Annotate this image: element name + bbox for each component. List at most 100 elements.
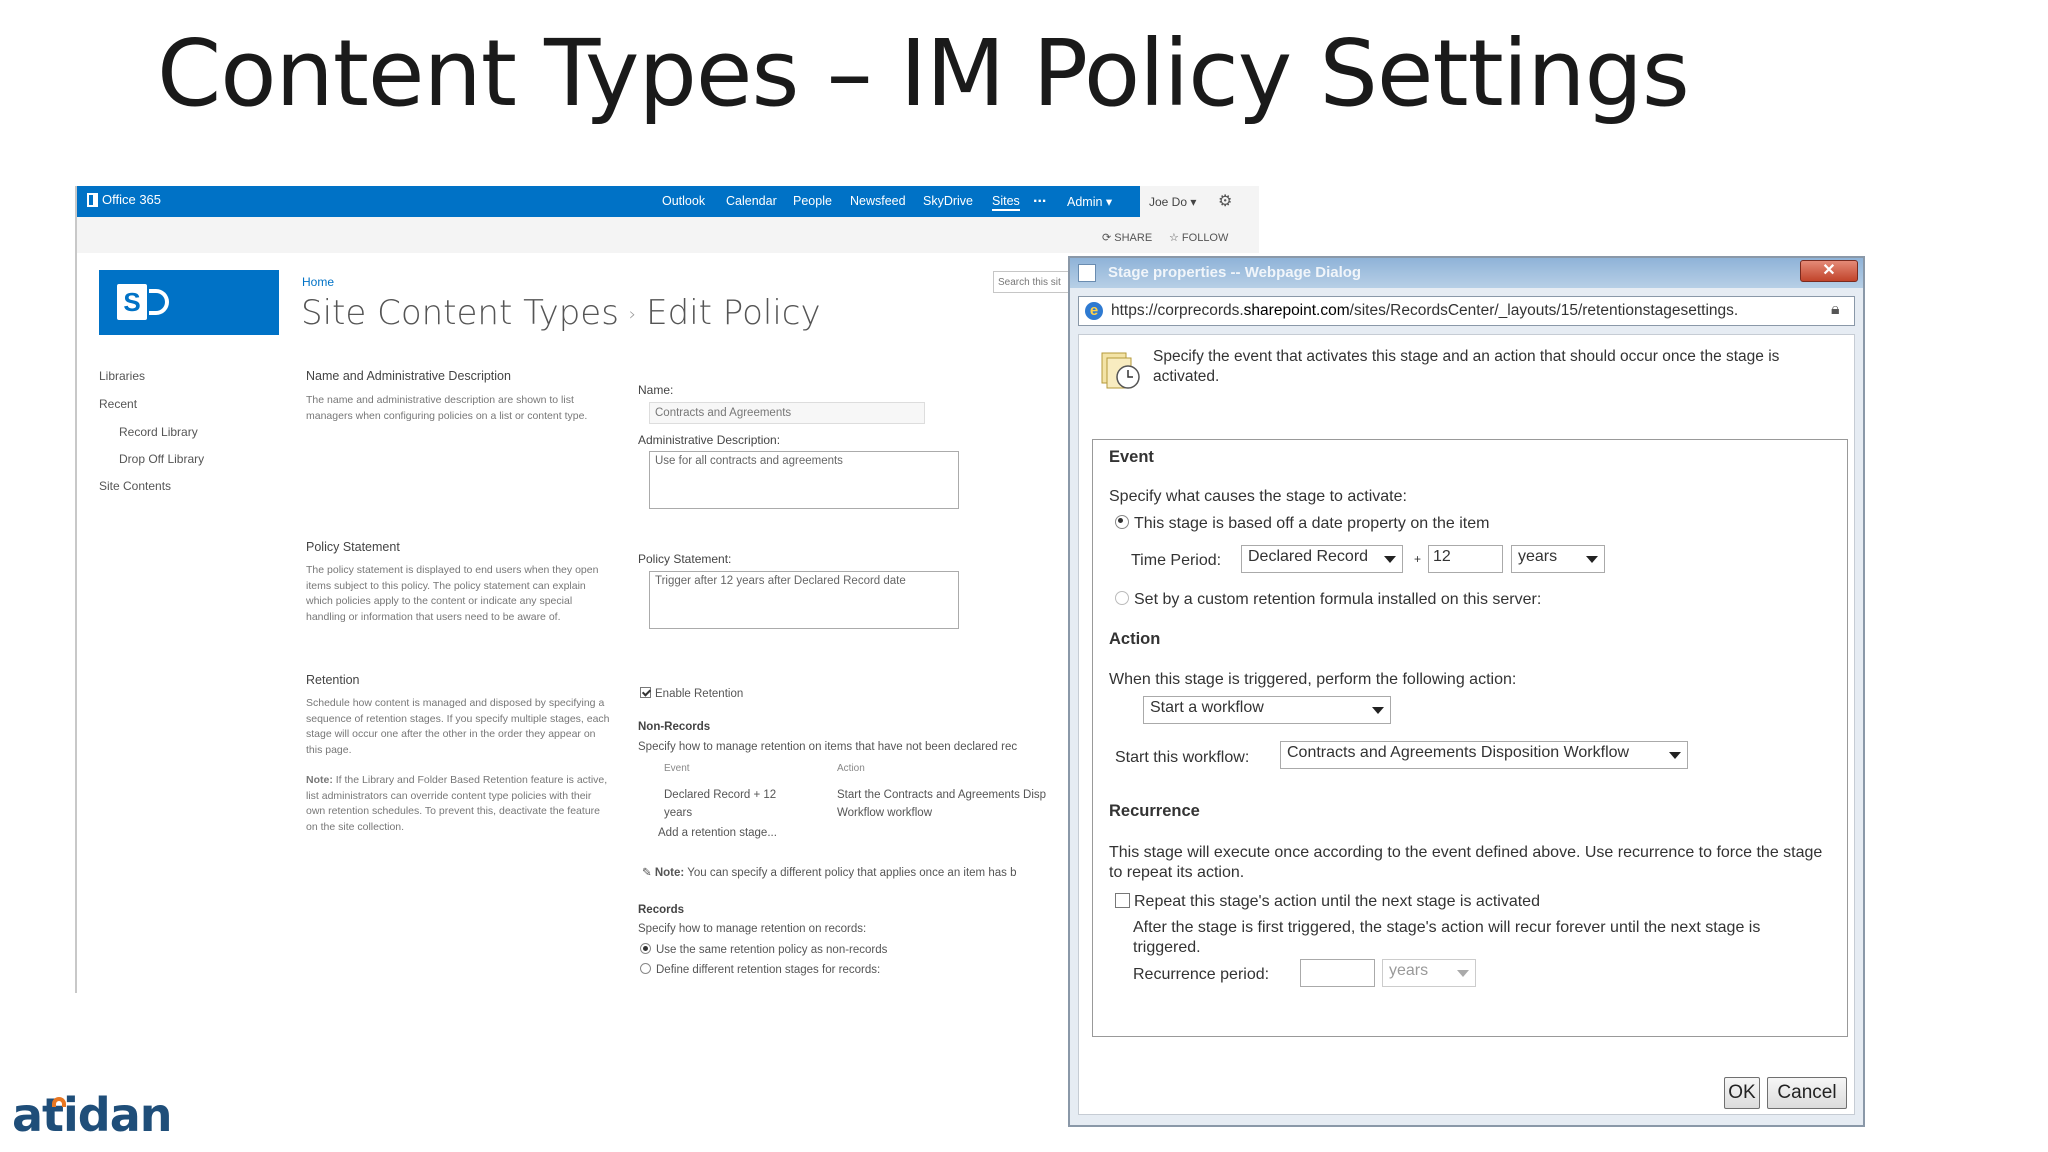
name-section-heading: Name and Administrative Description	[306, 369, 511, 383]
recurrence-heading: Recurrence	[1109, 802, 1200, 820]
nav-drop-off-library[interactable]: Drop Off Library	[119, 452, 204, 466]
nav-calendar[interactable]: Calendar	[726, 194, 777, 208]
nav-site-contents[interactable]: Site Contents	[99, 479, 171, 493]
dialog-intro: Specify the event that activates this st…	[1153, 348, 1780, 385]
time-period-label: Time Period:	[1131, 552, 1222, 569]
recurrence-unit-value: years	[1389, 962, 1429, 979]
star-icon: ☆	[1169, 232, 1182, 244]
admin-desc-label: Administrative Description:	[638, 433, 781, 447]
enable-retention[interactable]: Enable Retention	[640, 687, 743, 700]
suite-subbar	[77, 217, 1259, 253]
nav-admin[interactable]: Admin ▾	[1067, 194, 1112, 209]
repeat-desc: After the stage is first triggered, the …	[1133, 919, 1761, 956]
title-content-types[interactable]: Site Content Types	[301, 293, 619, 333]
dialog-title: Stage properties -- Webpage Dialog	[1108, 264, 1362, 281]
custom-formula-option[interactable]: Set by a custom retention formula instal…	[1115, 591, 1541, 609]
action-select[interactable]: Start a workflow	[1143, 696, 1391, 724]
user-menu[interactable]: Joe Do ▾	[1149, 195, 1196, 209]
sharepoint-logo[interactable]: S	[99, 270, 279, 335]
records-different-radio[interactable]	[640, 963, 651, 974]
policy-statement-label: Policy Statement:	[638, 552, 732, 566]
event-desc: Specify what causes the stage to activat…	[1109, 488, 1407, 505]
follow-button[interactable]: ☆ FOLLOW	[1169, 231, 1228, 244]
stage-event-link[interactable]: Declared Record + 12 years	[664, 786, 804, 822]
recurrence-desc: This stage will execute once according t…	[1109, 844, 1823, 881]
nav-record-library[interactable]: Record Library	[119, 425, 198, 439]
policy-section-heading: Policy Statement	[306, 540, 400, 554]
records-desc: Specify how to manage retention on recor…	[638, 923, 867, 935]
close-icon[interactable]: ✕	[1800, 260, 1858, 282]
nav-recent[interactable]: Recent	[99, 397, 137, 411]
note-icon: ✎	[642, 867, 655, 879]
time-value-input[interactable]: 12	[1428, 545, 1503, 573]
nav-outlook[interactable]: Outlook	[662, 194, 705, 208]
office365-label: Office 365	[102, 192, 162, 207]
nav-sites[interactable]: Sites	[992, 194, 1020, 211]
records-same-label: Use the same retention policy as non-rec…	[656, 944, 888, 956]
nonrecords-heading: Non-Records	[638, 721, 711, 733]
retention-section-desc: Schedule how content is managed and disp…	[306, 697, 610, 756]
page-title: Site Content Types › Edit Policy	[301, 293, 821, 333]
name-field[interactable]: Contracts and Agreements	[649, 402, 925, 424]
records-heading: Records	[638, 904, 685, 916]
url-bar[interactable]: e https://corprecords.sharepoint.com/sit…	[1078, 296, 1855, 326]
action-desc: When this stage is triggered, perform th…	[1109, 671, 1517, 688]
records-same-radio[interactable]	[640, 943, 651, 954]
event-heading: Event	[1109, 448, 1154, 466]
custom-formula-radio[interactable]	[1115, 591, 1129, 605]
date-property-radio[interactable]	[1115, 515, 1129, 529]
lock-icon: 🔒︎	[1831, 301, 1840, 318]
office365-logo[interactable]: Office 365	[87, 192, 161, 207]
chevron-down-icon	[1586, 556, 1598, 563]
enable-retention-checkbox[interactable]	[640, 687, 651, 698]
breadcrumb-home[interactable]: Home	[302, 275, 334, 289]
add-retention-stage-link[interactable]: Add a retention stage...	[658, 827, 777, 839]
title-separator: ›	[628, 304, 637, 325]
chevron-down-icon	[1372, 707, 1384, 714]
cancel-button[interactable]: Cancel	[1767, 1077, 1847, 1109]
records-option-same[interactable]: Use the same retention policy as non-rec…	[640, 943, 887, 956]
gear-icon[interactable]: ⚙	[1218, 191, 1232, 211]
time-unit-value: years	[1518, 548, 1558, 565]
atidan-wifi-icon	[52, 1097, 66, 1107]
plus-sign: +	[1414, 552, 1422, 566]
retention-note-label: Note:	[306, 774, 333, 786]
office-icon	[87, 192, 98, 207]
slide-title: Content Types – IM Policy Settings	[157, 20, 1690, 127]
stage-properties-dialog: Stage properties -- Webpage Dialog ✕ e h…	[1068, 256, 1865, 1127]
action-value: Start a workflow	[1150, 699, 1264, 716]
ok-button[interactable]: OK	[1724, 1077, 1760, 1109]
time-unit-select[interactable]: years	[1511, 545, 1605, 573]
nav-libraries[interactable]: Libraries	[99, 369, 145, 383]
note2-text: You can specify a different policy that …	[684, 867, 1017, 879]
follow-label: FOLLOW	[1181, 232, 1229, 244]
recurrence-period-label: Recurrence period:	[1133, 966, 1270, 983]
time-property-select[interactable]: Declared Record	[1241, 545, 1403, 573]
share-button[interactable]: ⟳ SHARE	[1102, 231, 1152, 244]
repeat-option[interactable]: Repeat this stage's action until the nex…	[1115, 893, 1540, 911]
title-edit-policy: Edit Policy	[646, 293, 821, 333]
atidan-logo: atidan	[12, 1088, 173, 1142]
nav-newsfeed[interactable]: Newsfeed	[850, 194, 906, 208]
chevron-down-icon	[1669, 752, 1681, 759]
workflow-select[interactable]: Contracts and Agreements Disposition Wor…	[1280, 741, 1688, 769]
policy-statement-field[interactable]: Trigger after 12 years after Declared Re…	[649, 571, 959, 629]
repeat-checkbox[interactable]	[1115, 893, 1130, 908]
recurrence-unit-select[interactable]: years	[1382, 959, 1476, 987]
policy-section-desc: The policy statement is displayed to end…	[306, 564, 599, 623]
stage-action: Start the Contracts and Agreements Disp …	[837, 789, 1047, 819]
search-input[interactable]: Search this sit	[993, 271, 1073, 293]
chevron-down-icon	[1384, 556, 1396, 563]
retention-note-text: If the Library and Folder Based Retentio…	[306, 774, 608, 833]
col-action: Action	[837, 763, 865, 774]
nav-people[interactable]: People	[793, 194, 832, 208]
admin-desc-field[interactable]: Use for all contracts and agreements	[649, 451, 959, 509]
nav-more[interactable]: ...	[1033, 189, 1046, 207]
stage-clock-icon	[1101, 352, 1140, 389]
col-event: Event	[664, 763, 690, 774]
nav-skydrive[interactable]: SkyDrive	[923, 194, 973, 208]
recurrence-period-input[interactable]	[1300, 959, 1375, 987]
date-property-option[interactable]: This stage is based off a date property …	[1115, 515, 1489, 533]
date-property-label: This stage is based off a date property …	[1134, 515, 1490, 532]
records-option-different[interactable]: Define different retention stages for re…	[640, 963, 880, 976]
